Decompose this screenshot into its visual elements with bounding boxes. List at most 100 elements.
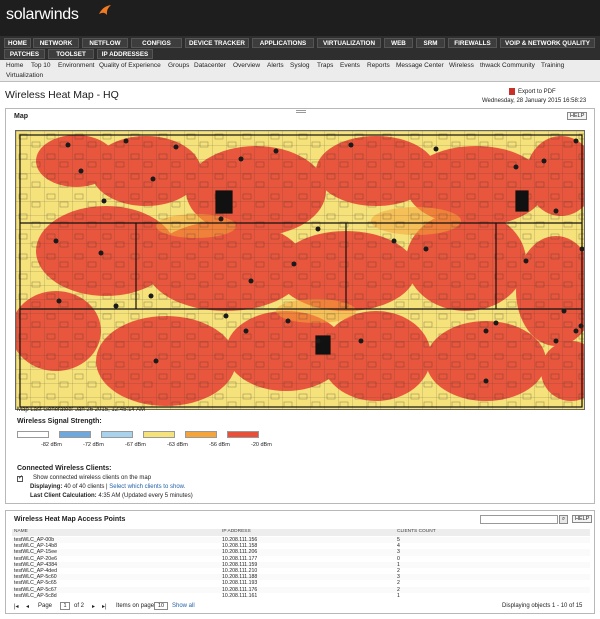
subnav-groups[interactable]: Groups [168, 62, 189, 69]
table-row[interactable]: testWLC_AP-5c8d 10.208.111.161 1 [12, 593, 590, 599]
row-ip: 10.208.111.210 [222, 568, 258, 574]
row-ip: 10.208.111.176 [222, 586, 258, 593]
subnav-events[interactable]: Events [340, 62, 360, 69]
logo-flame-icon [99, 5, 111, 15]
nav-tab-voip[interactable]: VOIP & NETWORK QUALITY [500, 38, 595, 48]
nav-tab-device-tracker[interactable]: DEVICE TRACKER [185, 38, 249, 48]
subnav-qoe[interactable]: Quality of Experience [99, 62, 161, 69]
row-name[interactable]: testWLC_AP-4384 [14, 562, 57, 568]
row-ip: 10.208.111.206 [222, 549, 258, 556]
signal-label-72: -72 dBm [83, 442, 104, 448]
subnav-overview[interactable]: Overview [233, 62, 260, 69]
show-all-link[interactable]: Show all [172, 603, 195, 609]
nav-tab-netflow[interactable]: NETFLOW [82, 38, 128, 48]
nav-tab-applications[interactable]: APPLICATIONS [252, 38, 314, 48]
subnav-datacenter[interactable]: Datacenter [194, 62, 226, 69]
last-calc-label: Last Client Calculation: [30, 493, 97, 499]
nav-tab-toolset[interactable]: TOOLSET [48, 49, 94, 59]
signal-swatch-56 [185, 431, 217, 438]
show-clients-checkbox[interactable] [17, 474, 23, 482]
map-panel-title: Map [14, 113, 28, 120]
ap-search-input[interactable] [480, 515, 558, 524]
nav-tab-firewalls[interactable]: FIREWALLS [448, 38, 497, 48]
nav-tab-web[interactable]: WEB [384, 38, 413, 48]
map-last-generated: Map Last Generated: Jan 26 2015, 12:45:1… [17, 407, 146, 413]
subnav-thwack[interactable]: thwack Community [480, 62, 535, 69]
row-ip: 10.208.111.156 [222, 537, 258, 543]
items-on-page-label: Items on page [116, 603, 155, 609]
row-name[interactable]: testWLC_AP-5c65 [14, 580, 57, 586]
row-ip: 10.208.111.159 [222, 561, 258, 568]
row-ip: 10.208.111.161 [222, 592, 258, 599]
row-ip: 10.208.111.188 [222, 574, 258, 581]
row-clients: 2 [397, 580, 400, 587]
row-name[interactable]: testWLC_AP-14b8 [14, 543, 57, 549]
ap-table-header: NAME IP ADDRESS CLIENTS COUNT [12, 529, 590, 536]
col-ip[interactable]: IP ADDRESS [222, 529, 251, 534]
row-name[interactable]: testWLC_AP-5c60 [14, 574, 57, 580]
select-clients-link[interactable]: Select which clients to show. [109, 484, 185, 490]
subnav-environment[interactable]: Environment [58, 62, 95, 69]
signal-label-63: -63 dBm [167, 442, 188, 448]
nav-tab-configs[interactable]: CONFIGS [131, 38, 182, 48]
subnav-message-center[interactable]: Message Center [396, 62, 444, 69]
displaying-label: Displaying: [30, 484, 63, 490]
page-of-label: of 2 [74, 603, 85, 609]
nav-tab-patches[interactable]: PATCHES [4, 49, 45, 59]
export-pdf-link[interactable]: Export to PDF [509, 88, 556, 95]
col-name[interactable]: NAME [14, 529, 28, 534]
last-calc-line: Last Client Calculation: 4:35 AM (Update… [30, 493, 193, 499]
panel-drag-handle[interactable] [296, 110, 306, 113]
row-clients: 5 [397, 537, 400, 543]
signal-label-82: -82 dBm [41, 442, 62, 448]
nav-tab-home[interactable]: HOME [4, 38, 31, 48]
row-clients: 2 [397, 568, 400, 574]
row-ip: 10.208.111.177 [222, 555, 258, 562]
prev-page-icon[interactable]: ◂ [26, 603, 29, 610]
subnav-wireless[interactable]: Wireless [449, 62, 474, 69]
subnav-syslog[interactable]: Syslog [290, 62, 310, 69]
heat-map-svg [16, 131, 584, 409]
export-pdf-label: Export to PDF [518, 89, 556, 96]
subnav-home[interactable]: Home [6, 62, 23, 69]
row-name[interactable]: testWLC_AP-00b [14, 537, 54, 543]
col-clients[interactable]: CLIENTS COUNT [397, 529, 436, 534]
pdf-icon [509, 88, 515, 95]
search-icon[interactable]: ⌕ [559, 515, 568, 524]
nav-tab-network[interactable]: NETWORK [33, 38, 79, 48]
row-name[interactable]: testWLC_AP-20e6 [14, 556, 57, 562]
row-name[interactable]: testWLC_AP-15ee [14, 549, 57, 555]
items-per-page-input[interactable]: 10 [154, 602, 168, 610]
nav-tab-ip-addresses[interactable]: IP ADDRESSES [97, 49, 153, 59]
last-page-icon[interactable]: ▸| [102, 603, 107, 610]
subnav-reports[interactable]: Reports [367, 62, 390, 69]
subnav-alerts[interactable]: Alerts [267, 62, 284, 69]
first-page-icon[interactable]: |◂ [14, 603, 19, 610]
app-logo[interactable]: solarwinds [6, 6, 79, 24]
next-page-icon[interactable]: ▸ [92, 603, 95, 610]
nav-tab-virtualization[interactable]: VIRTUALIZATION [317, 38, 381, 48]
row-ip: 10.208.111.158 [222, 543, 258, 550]
heat-map-floorplan[interactable] [15, 130, 585, 410]
subnav-top10[interactable]: Top 10 [31, 62, 51, 69]
subnav-traps[interactable]: Traps [317, 62, 333, 69]
sub-nav: Home Top 10 Environment Quality of Exper… [0, 60, 600, 82]
row-clients: 1 [397, 592, 400, 599]
top-bar: solarwinds [0, 0, 600, 36]
nav-tab-srm[interactable]: SRM [416, 38, 445, 48]
pager: |◂ ◂ Page 1 of 2 ▸ ▸| Items on page 10 S… [12, 602, 590, 612]
row-name[interactable]: testWLC_AP-4ded [14, 568, 57, 574]
ap-help-button[interactable]: HELP [572, 515, 593, 523]
access-points-panel: Wireless Heat Map Access Points ⌕ HELP N… [5, 510, 595, 614]
show-clients-label[interactable]: Show connected wireless clients on the m… [33, 475, 151, 481]
subnav-virtualization[interactable]: Virtualization [6, 72, 43, 79]
row-name[interactable]: testWLC_AP-5c67 [14, 587, 57, 593]
map-help-button[interactable]: HELP [567, 112, 588, 120]
signal-label-56: -56 dBm [209, 442, 230, 448]
signal-swatch-63 [143, 431, 175, 438]
row-clients: 3 [397, 574, 400, 581]
row-name[interactable]: testWLC_AP-5c8d [14, 593, 57, 599]
page-number-input[interactable]: 1 [60, 602, 70, 610]
subnav-training[interactable]: Training [541, 62, 564, 69]
ap-panel-title: Wireless Heat Map Access Points [14, 516, 126, 523]
